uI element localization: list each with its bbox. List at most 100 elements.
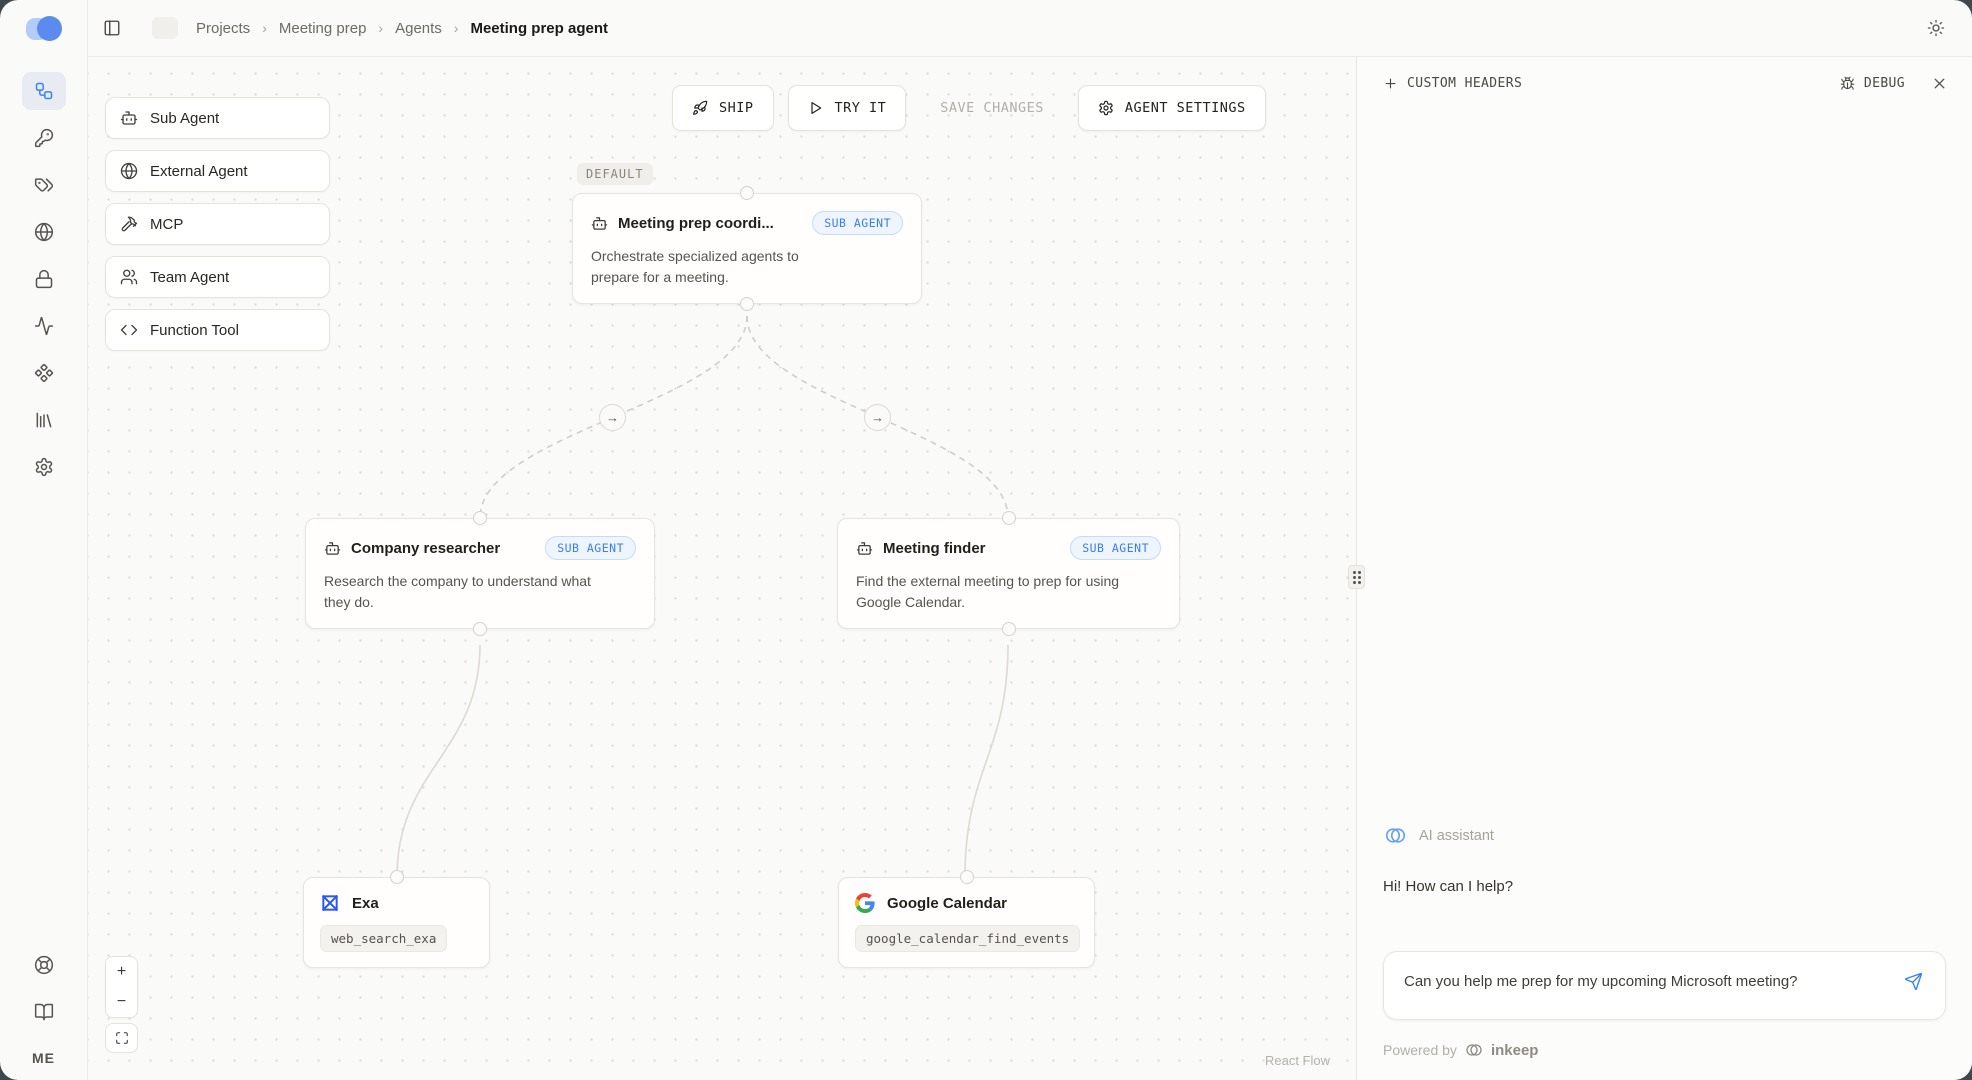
hammer-icon: [120, 215, 138, 233]
node-meeting-prep-coordinator[interactable]: Meeting prep coordi... SUB AGENT Orchest…: [572, 193, 922, 304]
breadcrumb-projects[interactable]: Projects: [196, 20, 250, 37]
save-changes-button[interactable]: SAVE CHANGES: [920, 85, 1064, 131]
close-icon: [1931, 75, 1948, 92]
rail-item-help[interactable]: [22, 946, 66, 984]
bot-icon: [856, 540, 873, 557]
debug-button[interactable]: DEBUG: [1840, 76, 1905, 91]
rail-item-settings[interactable]: [22, 448, 66, 486]
panel-resize-handle[interactable]: [1348, 565, 1365, 589]
react-flow-attribution[interactable]: React Flow: [1265, 1053, 1330, 1068]
breadcrumb-separator: ›: [262, 20, 267, 36]
node-description: Research the company to understand what …: [324, 571, 592, 613]
rail-item-components[interactable]: [22, 354, 66, 392]
tool-title: Google Calendar: [887, 895, 1007, 912]
try-it-button[interactable]: TRY IT: [788, 85, 907, 131]
play-icon: [808, 100, 824, 116]
inkeep-logo: [26, 16, 62, 42]
ship-button[interactable]: SHIP: [672, 85, 774, 131]
node-target-handle[interactable]: [473, 511, 487, 525]
theme-toggle-button[interactable]: [1920, 12, 1952, 44]
node-target-handle[interactable]: [390, 870, 404, 884]
node-target-handle[interactable]: [740, 186, 754, 200]
app-window: ME Projects › Meeting prep › Agents › Me…: [0, 0, 1972, 1080]
edge-transfer-badge: →: [864, 404, 891, 431]
palette-item-mcp[interactable]: MCP: [105, 203, 330, 245]
inkeep-brand-label: inkeep: [1491, 1042, 1539, 1059]
node-exa-tool[interactable]: Exa web_search_exa: [303, 877, 490, 968]
life-buoy-icon: [34, 955, 54, 975]
sub-agent-badge: SUB AGENT: [545, 536, 636, 560]
powered-by-label: Powered by: [1383, 1042, 1457, 1058]
add-custom-headers-button[interactable]: CUSTOM HEADERS: [1383, 76, 1522, 91]
bot-icon: [324, 540, 341, 557]
node-source-handle[interactable]: [473, 622, 487, 636]
book-open-icon: [34, 1002, 54, 1022]
palette-item-external-agent[interactable]: External Agent: [105, 150, 330, 192]
org-avatar-placeholder: [152, 17, 178, 39]
rail-item-keys[interactable]: [22, 119, 66, 157]
library-icon: [34, 410, 54, 430]
rail-item-docs[interactable]: [22, 993, 66, 1031]
sub-agent-badge: SUB AGENT: [812, 211, 903, 235]
node-google-calendar-tool[interactable]: Google Calendar google_calendar_find_eve…: [838, 877, 1095, 968]
breadcrumb-separator: ›: [378, 20, 383, 36]
node-meeting-finder[interactable]: Meeting finder SUB AGENT Find the extern…: [837, 518, 1180, 629]
breadcrumb-meeting-prep[interactable]: Meeting prep: [279, 20, 367, 37]
rail-item-tags[interactable]: [22, 166, 66, 204]
node-target-handle[interactable]: [1002, 511, 1016, 525]
node-target-handle[interactable]: [960, 870, 974, 884]
palette-item-label: Function Tool: [150, 322, 239, 339]
rail-item-activity[interactable]: [22, 307, 66, 345]
tool-id-tag: google_calendar_find_events: [855, 925, 1080, 952]
palette-item-team-agent[interactable]: Team Agent: [105, 256, 330, 298]
inkeep-assistant-icon: [1383, 823, 1408, 848]
chat-input-value[interactable]: Can you help me prep for my upcoming Mic…: [1404, 970, 1799, 995]
fit-view-button[interactable]: [105, 1023, 138, 1053]
send-button[interactable]: [1902, 970, 1925, 993]
maximize-icon: [115, 1031, 129, 1045]
node-company-researcher[interactable]: Company researcher SUB AGENT Research th…: [305, 518, 655, 629]
panel-left-icon: [103, 19, 121, 37]
settings-icon: [34, 457, 54, 477]
agent-settings-button[interactable]: AGENT SETTINGS: [1078, 85, 1266, 131]
rail-item-external[interactable]: [22, 213, 66, 251]
sidebar-toggle-button[interactable]: [96, 12, 128, 44]
code-icon: [120, 321, 138, 339]
bot-icon: [591, 215, 608, 232]
zoom-in-button[interactable]: +: [106, 957, 137, 987]
google-logo-icon: [855, 893, 875, 913]
inkeep-logo-icon: [1464, 1040, 1484, 1060]
node-description: Find the external meeting to prep for us…: [856, 571, 1126, 613]
close-panel-button[interactable]: [1931, 75, 1948, 92]
exa-logo-icon: [320, 893, 340, 913]
palette-item-label: Team Agent: [150, 269, 229, 286]
graph-canvas[interactable]: → → Sub Agent External Agent MCP: [88, 57, 1356, 1080]
node-title: Meeting finder: [883, 540, 986, 557]
send-icon: [1904, 972, 1923, 991]
node-source-handle[interactable]: [740, 297, 754, 311]
activity-icon: [34, 316, 54, 336]
user-avatar[interactable]: ME: [32, 1050, 55, 1066]
globe-icon: [120, 162, 138, 180]
rail-item-library[interactable]: [22, 401, 66, 439]
zoom-out-button[interactable]: −: [106, 987, 137, 1017]
palette-item-label: External Agent: [150, 163, 248, 180]
tags-icon: [34, 175, 54, 195]
globe-icon: [34, 222, 54, 242]
palette-item-label: Sub Agent: [150, 110, 219, 127]
palette-item-function-tool[interactable]: Function Tool: [105, 309, 330, 351]
debug-panel-header: CUSTOM HEADERS DEBUG: [1357, 57, 1972, 109]
rail-item-agents[interactable]: [22, 72, 66, 110]
gear-icon: [1098, 100, 1114, 116]
node-source-handle[interactable]: [1002, 622, 1016, 636]
component-icon: [34, 363, 54, 383]
node-palette: Sub Agent External Agent MCP Team Agent: [105, 97, 330, 351]
top-bar: Projects › Meeting prep › Agents › Meeti…: [88, 0, 1972, 57]
edge-researcher-to-exa: [397, 645, 480, 877]
breadcrumb-agents[interactable]: Agents: [395, 20, 442, 37]
rail-item-credentials[interactable]: [22, 260, 66, 298]
powered-by-inkeep-link[interactable]: Powered by inkeep: [1383, 1040, 1946, 1060]
zoom-controls: + −: [105, 956, 138, 1018]
palette-item-sub-agent[interactable]: Sub Agent: [105, 97, 330, 139]
chat-input[interactable]: Can you help me prep for my upcoming Mic…: [1383, 951, 1946, 1020]
